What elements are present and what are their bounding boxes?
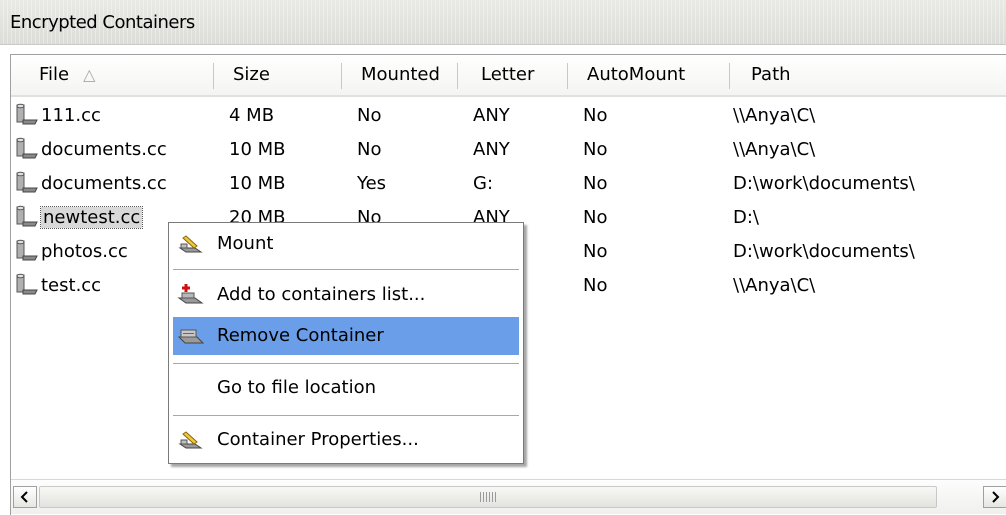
column-header-automount[interactable]: AutoMount <box>587 55 685 95</box>
column-divider[interactable] <box>341 63 342 89</box>
file-cell: newtest.cc <box>15 201 144 235</box>
path-cell: D:\work\documents\ <box>733 173 915 194</box>
mount-icon <box>178 235 203 253</box>
menu-item-add-to-containers-list[interactable]: Add to containers list... <box>173 276 519 314</box>
menu-item-go-to-file-location[interactable]: Go to file location <box>173 369 519 407</box>
letter-cell: G: <box>473 173 494 194</box>
file-cell: documents.cc <box>15 167 167 201</box>
path-cell: \\Anya\C\ <box>733 275 816 296</box>
add-container-icon <box>177 284 204 304</box>
path-cell: \\Anya\C\ <box>733 139 816 160</box>
menu-item-container-properties[interactable]: Container Properties... <box>173 421 519 459</box>
file-cell: photos.cc <box>15 235 128 269</box>
chevron-left-icon <box>20 491 28 503</box>
panel-titlebar: Encrypted Containers <box>0 0 1006 45</box>
horizontal-scrollbar[interactable] <box>11 479 1006 514</box>
sort-ascending-icon: △ <box>83 65 96 84</box>
container-file-icon <box>16 205 38 227</box>
automount-cell: No <box>583 275 608 296</box>
scrollbar-thumb[interactable] <box>39 486 937 508</box>
file-cell: 111.cc <box>15 99 101 133</box>
mounted-cell: Yes <box>357 173 387 194</box>
panel-title: Encrypted Containers <box>10 12 195 33</box>
path-cell: D:\work\documents\ <box>733 241 915 262</box>
menu-item-mount[interactable]: Mount <box>173 225 519 263</box>
automount-cell: No <box>583 139 608 160</box>
letter-cell: ANY <box>473 105 510 126</box>
column-divider[interactable] <box>567 63 568 89</box>
container-file-icon <box>16 103 38 125</box>
table-row[interactable]: documents.cc 10 MB No ANY No \\Anya\C\ <box>11 133 1006 167</box>
container-file-icon <box>16 239 38 261</box>
path-cell: \\Anya\C\ <box>733 105 816 126</box>
size-cell: 4 MB <box>229 105 275 126</box>
encrypted-containers-panel: Encrypted Containers File △ Size Mounted … <box>0 0 1006 515</box>
letter-cell: ANY <box>473 139 510 160</box>
size-cell: 10 MB <box>229 173 286 194</box>
table-row[interactable]: documents.cc 10 MB Yes G: No D:\work\doc… <box>11 167 1006 201</box>
scrollbar-grip-icon <box>480 492 498 502</box>
column-header-file[interactable]: File △ <box>39 55 95 95</box>
remove-container-icon <box>177 329 205 344</box>
automount-cell: No <box>583 173 608 194</box>
context-menu: Mount Add to containers list... Remove C… <box>168 222 524 464</box>
selected-file-name: newtest.cc <box>39 206 144 229</box>
automount-cell: No <box>583 241 608 262</box>
file-cell: documents.cc <box>15 133 167 167</box>
menu-separator <box>173 269 519 270</box>
column-divider[interactable] <box>729 63 730 89</box>
column-divider[interactable] <box>213 63 214 89</box>
file-cell: test.cc <box>15 269 101 303</box>
table-row[interactable]: 111.cc 4 MB No ANY No \\Anya\C\ <box>11 99 1006 133</box>
mounted-cell: No <box>357 139 382 160</box>
column-header-letter[interactable]: Letter <box>481 55 534 95</box>
container-file-icon <box>16 137 38 159</box>
menu-separator <box>173 415 519 416</box>
column-header-size[interactable]: Size <box>233 55 270 95</box>
scroll-left-button[interactable] <box>13 486 37 508</box>
column-header-path[interactable]: Path <box>751 55 791 95</box>
automount-cell: No <box>583 207 608 228</box>
column-divider[interactable] <box>457 63 458 89</box>
automount-cell: No <box>583 105 608 126</box>
properties-icon <box>178 431 203 449</box>
size-cell: 10 MB <box>229 139 286 160</box>
container-file-icon <box>16 171 38 193</box>
chevron-right-icon <box>992 491 1000 503</box>
scroll-right-button[interactable] <box>983 486 1006 508</box>
menu-item-remove-container[interactable]: Remove Container <box>173 317 519 355</box>
mounted-cell: No <box>357 105 382 126</box>
path-cell: D:\ <box>733 207 759 228</box>
column-header-mounted[interactable]: Mounted <box>361 55 440 95</box>
container-file-icon <box>16 273 38 295</box>
list-header: File △ Size Mounted Letter AutoMount Path <box>11 55 1006 97</box>
menu-separator <box>173 363 519 364</box>
